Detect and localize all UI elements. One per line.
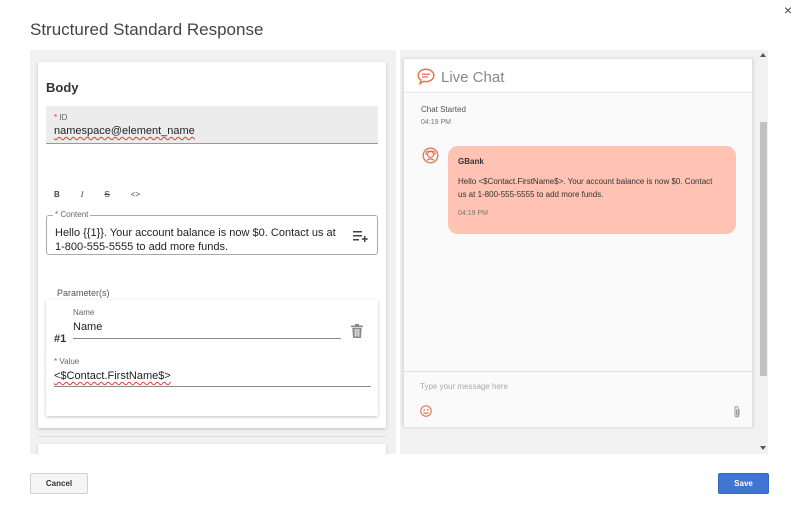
- bold-button[interactable]: B: [54, 190, 60, 199]
- parameter-number: #1: [54, 333, 67, 345]
- emoji-icon[interactable]: [420, 405, 432, 417]
- dialog-title: Structured Standard Response: [30, 20, 264, 39]
- trash-icon[interactable]: [351, 324, 363, 338]
- value-label-text: Value: [59, 357, 80, 366]
- id-value[interactable]: namespace@element_name: [54, 125, 195, 137]
- scrollbar[interactable]: [759, 50, 768, 454]
- add-list-icon[interactable]: [353, 229, 369, 243]
- content-field[interactable]: * Content Hello {{1}}. Your account bala…: [46, 210, 378, 255]
- message-text: Hello <$Contact.FirstName$>. Your accoun…: [458, 177, 713, 199]
- value-required-mark: *: [54, 357, 58, 366]
- section-title: Body: [46, 80, 79, 95]
- scroll-up-arrow-icon[interactable]: [760, 53, 766, 57]
- parameters-label: Parameter(s): [57, 288, 110, 298]
- content-label: * Content: [53, 210, 91, 219]
- message-sender: GBank: [458, 157, 484, 166]
- next-card: [38, 444, 386, 454]
- parameter-name-field[interactable]: Name Name: [73, 308, 341, 339]
- content-value[interactable]: Hello {{1}}. Your account balance is now…: [55, 226, 340, 254]
- form-pane: Body * ID namespace@element_name B I S <…: [30, 50, 396, 454]
- id-field[interactable]: * ID namespace@element_name: [46, 106, 378, 144]
- code-button[interactable]: <>: [131, 190, 140, 199]
- chat-header: Live Chat: [404, 59, 752, 93]
- chat-title: Live Chat: [441, 69, 505, 86]
- scroll-down-arrow-icon[interactable]: [760, 446, 766, 450]
- formatting-toolbar: B I S <>: [54, 190, 140, 199]
- content-label-text: Content: [60, 210, 89, 219]
- body-card: Body * ID namespace@element_name B I S <…: [38, 62, 386, 428]
- parameter-name-label: Name: [73, 308, 95, 317]
- chat-input-area: Type your message here: [404, 371, 752, 427]
- message-time: 04:19 PM: [458, 210, 488, 217]
- chat-bubble-icon: [417, 68, 435, 85]
- save-button[interactable]: Save: [718, 473, 769, 494]
- pane-divider: [396, 50, 400, 454]
- chat-started-time: 04:19 PM: [421, 119, 451, 126]
- chat-body: Chat Started 04:19 PM GBank Hello <$Cont…: [404, 94, 752, 371]
- parameter-card: #1 Name Name * Value <$Contact.FirstName…: [46, 300, 378, 416]
- id-label-text: ID: [59, 113, 68, 122]
- live-chat-preview: Live Chat Chat Started 04:19 PM GBank He…: [403, 58, 753, 427]
- chat-started-label: Chat Started: [421, 105, 466, 114]
- content-required-mark: *: [55, 210, 59, 219]
- message-bubble: GBank Hello <$Contact.FirstName$>. Your …: [448, 146, 736, 234]
- chat-message-input[interactable]: Type your message here: [420, 382, 508, 391]
- content-area: Body * ID namespace@element_name B I S <…: [30, 50, 768, 454]
- id-required-mark: *: [54, 113, 58, 122]
- strikethrough-button[interactable]: S: [104, 190, 109, 199]
- cancel-button[interactable]: Cancel: [30, 473, 88, 494]
- italic-button[interactable]: I: [81, 190, 84, 199]
- parameter-value-field[interactable]: * Value <$Contact.FirstName$>: [54, 357, 371, 387]
- scroll-thumb[interactable]: [760, 122, 767, 376]
- close-icon[interactable]: ×: [784, 3, 792, 17]
- attach-icon[interactable]: [732, 405, 742, 419]
- agent-avatar-icon: [422, 147, 439, 164]
- parameter-value-value[interactable]: <$Contact.FirstName$>: [54, 370, 171, 382]
- card-divider: [38, 436, 386, 437]
- parameter-name-value[interactable]: Name: [73, 321, 102, 333]
- parameter-value-label: * Value: [54, 357, 79, 366]
- id-label: * ID: [54, 113, 67, 122]
